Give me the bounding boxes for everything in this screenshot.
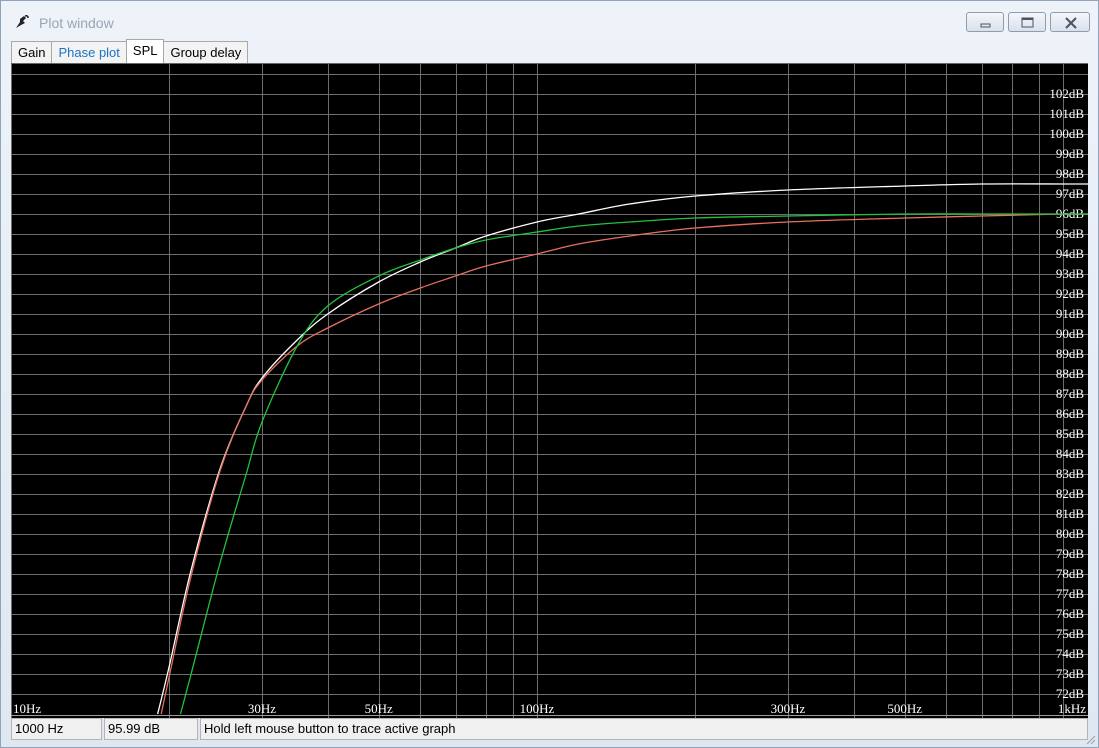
- maximize-button[interactable]: [1008, 12, 1046, 32]
- y-tick-label: 102dB: [1049, 86, 1084, 101]
- y-tick-label: 101dB: [1049, 106, 1084, 121]
- status-frequency: 1000 Hz: [11, 718, 102, 740]
- x-tick-label: 10Hz: [13, 701, 41, 716]
- y-tick-label: 82dB: [1056, 486, 1085, 501]
- y-tick-label: 90dB: [1056, 326, 1085, 341]
- y-tick-label: 73dB: [1056, 666, 1085, 681]
- y-tick-label: 95dB: [1056, 226, 1085, 241]
- y-tick-label: 93dB: [1056, 266, 1085, 281]
- y-tick-label: 74dB: [1056, 646, 1085, 661]
- status-bar: 1000 Hz 95.99 dB Hold left mouse button …: [11, 718, 1088, 740]
- y-tick-label: 98dB: [1056, 166, 1085, 181]
- status-hint: Hold left mouse button to trace active g…: [200, 718, 1088, 740]
- y-tick-label: 81dB: [1056, 506, 1085, 521]
- title-bar[interactable]: Plot window: [1, 1, 1098, 41]
- resize-grip-icon[interactable]: [1084, 733, 1096, 745]
- x-tick-label: 300Hz: [771, 701, 806, 716]
- close-button[interactable]: [1050, 12, 1090, 32]
- series-line-3: [179, 213, 1088, 715]
- y-tick-label: 94dB: [1056, 246, 1085, 261]
- tab-spl[interactable]: SPL: [125, 39, 165, 63]
- y-tick-label: 89dB: [1056, 346, 1085, 361]
- speaker-cone-icon: [16, 14, 29, 28]
- close-icon: [1065, 17, 1077, 29]
- y-tick-label: 97dB: [1056, 186, 1085, 201]
- y-tick-label: 86dB: [1056, 406, 1085, 421]
- minimize-icon: [980, 23, 991, 28]
- plot-window: Plot window Gain Phase plot SPL Group de…: [0, 0, 1099, 748]
- spl-plot[interactable]: 102dB 101dB 100dB 99dB 98dB 97dB 96dB 95dB 94dB 9…: [11, 63, 1088, 719]
- y-tick-label: 78dB: [1056, 566, 1085, 581]
- tab-phase-plot[interactable]: Phase plot: [51, 41, 127, 63]
- y-tick-label: 92dB: [1056, 286, 1085, 301]
- y-tick-label: 76dB: [1056, 606, 1085, 621]
- y-tick-label: 87dB: [1056, 386, 1085, 401]
- y-tick-label: 88dB: [1056, 366, 1085, 381]
- window-title: Plot window: [39, 15, 114, 31]
- spl-chart[interactable]: 102dB101dB100dB99dB98dB97dB96dB95dB94dB9…: [11, 64, 1088, 719]
- y-tick-label: 79dB: [1056, 546, 1085, 561]
- tab-gain[interactable]: Gain: [11, 41, 53, 63]
- y-tick-label: 85dB: [1056, 426, 1085, 441]
- y-tick-label: 77dB: [1056, 586, 1085, 601]
- maximize-icon: [1021, 17, 1034, 28]
- minimize-button[interactable]: [966, 12, 1004, 32]
- y-tick-label: 72dB: [1056, 686, 1085, 701]
- tab-strip: Gain Phase plot SPL Group delay: [11, 39, 249, 63]
- x-tick-label: 100Hz: [520, 701, 555, 716]
- tab-group-delay[interactable]: Group delay: [163, 41, 249, 63]
- y-tick-label: 91dB: [1056, 306, 1085, 321]
- y-tick-label: 99dB: [1056, 146, 1085, 161]
- y-tick-label: 84dB: [1056, 446, 1085, 461]
- status-level: 95.99 dB: [104, 718, 198, 740]
- series-line-2: [160, 213, 1088, 715]
- y-tick-label: 100dB: [1049, 126, 1084, 141]
- y-tick-label: 75dB: [1056, 626, 1085, 641]
- x-tick-label: 500Hz: [887, 701, 922, 716]
- x-tick-label: 50Hz: [365, 701, 393, 716]
- x-tick-label: 30Hz: [248, 701, 276, 716]
- y-tick-label: 80dB: [1056, 526, 1085, 541]
- x-tick-label: 1kHz: [1058, 701, 1086, 716]
- y-tick-label: 83dB: [1056, 466, 1085, 481]
